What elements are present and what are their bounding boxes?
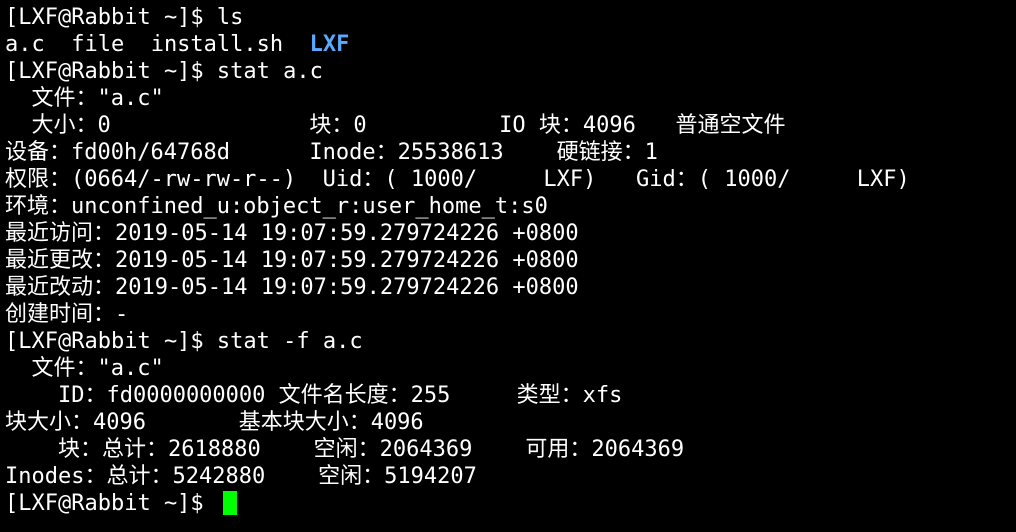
prompt-line[interactable]: [LXF@Rabbit ~]$ [5,490,1016,517]
ls-output-line: a.c file install.sh LXF [5,31,1016,58]
cursor-block [222,491,237,515]
terminal-line: 权限：(0664/-rw-rw-r--) Uid：( 1000/ LXF) Gi… [5,167,910,192]
terminal-window[interactable]: [LXF@Rabbit ~]$ ls a.c file install.sh L… [0,0,1016,532]
file-list: a.c file install.sh [5,32,310,57]
terminal-line: 创建时间：- [5,302,129,327]
terminal-line: 文件："a.c" [5,86,164,111]
terminal-line: 最近访问：2019-05-14 19:07:59.279724226 +0800 [5,221,579,246]
terminal-line: 块：总计：2618880 空闲：2064369 可用：2064369 [5,437,685,462]
terminal-line: [LXF@Rabbit ~]$ ls [5,5,244,30]
directory-entry: LXF [309,32,350,57]
shell-prompt: [LXF@Rabbit ~]$ [5,491,217,516]
terminal-line: 文件："a.c" [5,356,164,381]
terminal-line: 块大小：4096 基本块大小：4096 [5,410,424,435]
terminal-line: 最近更改：2019-05-14 19:07:59.279724226 +0800 [5,248,579,273]
terminal-line: 大小：0 块：0 IO 块：4096 普通空文件 [5,113,786,138]
terminal-line: 环境：unconfined_u:object_r:user_home_t:s0 [5,194,548,219]
terminal-line: [LXF@Rabbit ~]$ stat a.c [5,59,323,84]
terminal-line: 最近改动：2019-05-14 19:07:59.279724226 +0800 [5,275,579,300]
terminal-line: 设备：fd00h/64768d Inode：25538613 硬链接：1 [5,140,658,165]
terminal-line: [LXF@Rabbit ~]$ stat -f a.c [5,329,363,354]
terminal-line: ID：fd0000000000 文件名长度：255 类型：xfs [5,383,623,408]
terminal-line: Inodes：总计：5242880 空闲：5194207 [5,464,477,489]
